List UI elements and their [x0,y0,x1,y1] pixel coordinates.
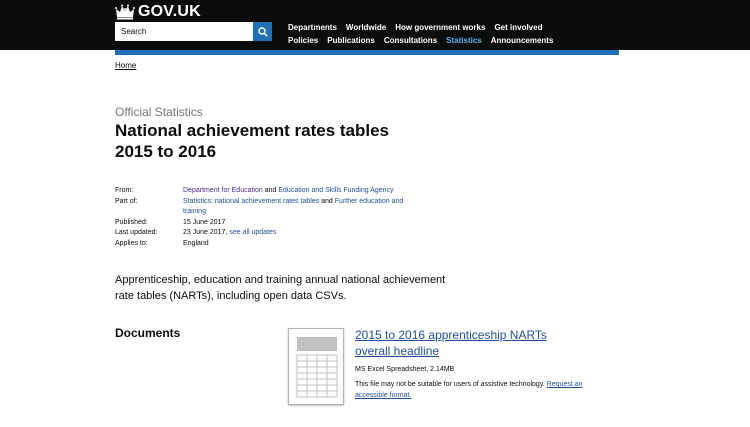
meta-applies-row: Applies to: England [115,239,435,250]
summary-line1: Apprenticeship, education and training a… [115,274,446,286]
meta-updated-label: Last updated: [115,229,158,236]
from-org-dfe-link[interactable]: Department for Education [183,187,263,194]
meta-applies-value: England [183,239,209,247]
meta-part-of-label: Part of: [115,197,138,205]
nav-link-announcements[interactable]: Announcements [491,36,554,45]
header-accent-bar [115,50,619,55]
from-and: and [264,187,277,194]
part-of-fe-training-link[interactable]: Further education and [335,198,404,205]
document-file-info: MS Excel Spreadsheet, 2.14MB [355,366,455,373]
document-title-line1: 2015 to 2016 apprenticeship NARTs [355,328,547,342]
nav-link-statistics[interactable]: Statistics [446,36,482,45]
document-type-label: Official Statistics [115,105,203,119]
accessibility-note-text: This file may not be suitable for users … [355,381,545,388]
nav-link-worldwide[interactable]: Worldwide [346,23,386,32]
part-of-and: and [321,197,333,205]
summary-text: Apprenticeship, education and training a… [115,272,495,304]
search-input[interactable] [115,22,253,41]
page-title-line2: 2015 to 2016 [115,142,217,161]
nav-link-how-government-works[interactable]: How government works [395,23,485,32]
meta-published-row: Published: 15 June 2017 [115,218,435,229]
metadata-block: From: Department for Education and Educa… [115,186,435,249]
search-button[interactable] [253,22,272,41]
meta-from-row: From: Department for Education and Educa… [115,186,435,197]
page-title: National achievement rates tables 2015 t… [115,120,435,162]
meta-published-value: 15 June 2017 [183,218,226,226]
meta-applies-label: Applies to: [115,239,148,247]
crown-icon [115,4,135,20]
page-title-line1: National achievement rates tables [115,121,390,140]
part-of-statistics-link[interactable]: Statistics: national achievement rates t… [183,198,319,205]
nav-link-publications[interactable]: Publications [327,36,375,45]
nav-link-departments[interactable]: Departments [288,23,337,32]
accessibility-note: This file may not be suitable for users … [355,380,595,401]
govuk-logo[interactable]: GOV.UK [115,3,201,21]
meta-updated-value: 23 June 2017, [183,229,228,236]
breadcrumb-home[interactable]: Home [115,61,136,70]
from-org-esfa-link[interactable]: Education and Skills Funding Agency [278,187,393,194]
spreadsheet-icon [296,337,338,398]
request-accessible-format-link[interactable]: Request an [547,381,583,388]
nav-row-2: Policies Publications Consultations Stat… [288,34,562,47]
request-accessible-format-link-cont[interactable]: accessible format. [355,392,411,399]
documents-heading: Documents [115,326,181,340]
document-title-line2: overall headline [355,344,440,358]
meta-part-of-row: Part of: Statistics: national achievemen… [115,197,435,218]
main-navigation: Departments Worldwide How government wor… [288,21,562,47]
part-of-fe-training-link-cont[interactable]: training [183,208,206,215]
search-icon [257,26,268,37]
site-header: GOV.UK Departments Worldwide How governm… [0,0,750,50]
see-all-updates-link[interactable]: see all updates [229,229,276,236]
nav-row-1: Departments Worldwide How government wor… [288,21,562,34]
search-form [115,22,272,41]
nav-link-policies[interactable]: Policies [288,36,318,45]
spreadsheet-thumbnail-icon[interactable] [288,328,344,405]
nav-link-consultations[interactable]: Consultations [384,36,437,45]
meta-published-label: Published: [115,218,148,226]
logo-text: GOV.UK [138,3,201,20]
meta-from-label: From: [115,187,134,194]
document-title-link[interactable]: 2015 to 2016 apprenticeship NARTs overal… [355,327,605,359]
summary-line2: rate tables (NARTs), including open data… [115,290,347,302]
nav-link-get-involved[interactable]: Get involved [494,23,542,32]
meta-updated-row: Last updated: 23 June 2017, see all upda… [115,228,435,239]
